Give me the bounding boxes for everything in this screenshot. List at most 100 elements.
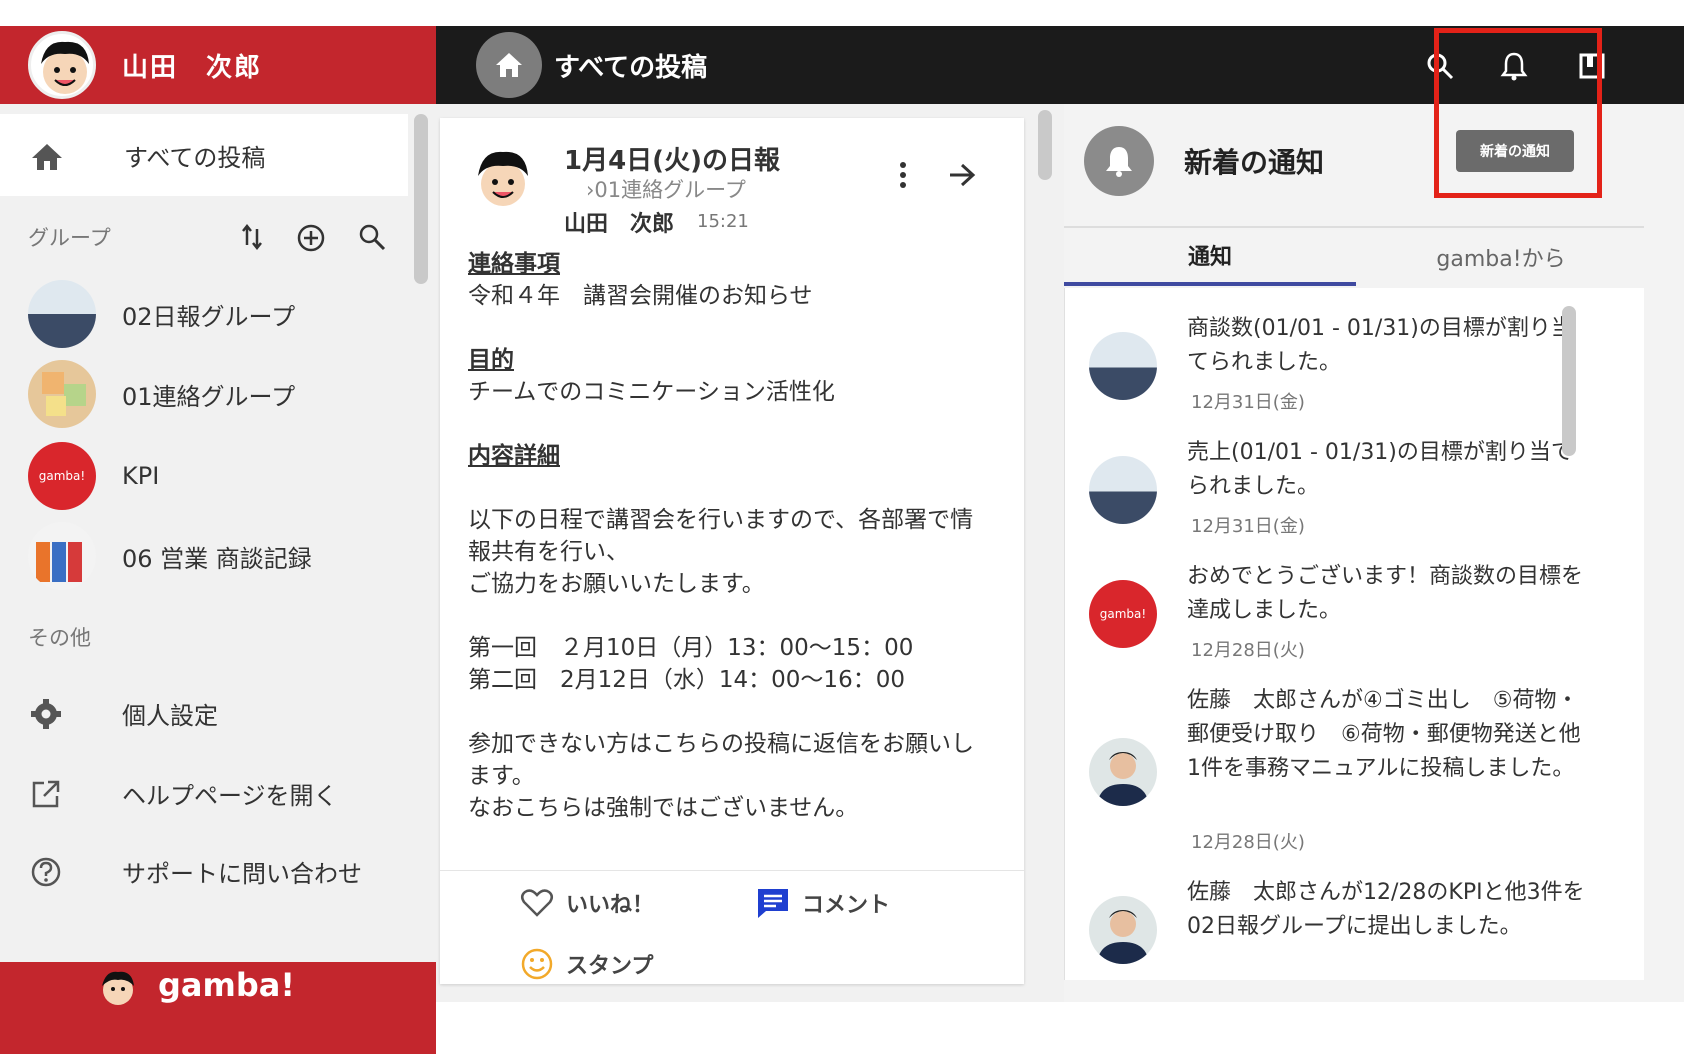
group-section-header: グループ bbox=[28, 226, 111, 250]
post-text-line bbox=[468, 472, 998, 504]
group-label: 01連絡グループ bbox=[122, 382, 296, 411]
group-label: KPI bbox=[122, 462, 160, 490]
sidebar-group-item[interactable]: gamba! KPI bbox=[0, 436, 408, 516]
external-link-icon bbox=[32, 780, 60, 808]
stamp-label: スタンプ bbox=[566, 954, 654, 979]
sidebar-item-label: サポートに問い合わせ bbox=[122, 859, 362, 888]
more-vert-icon[interactable] bbox=[898, 160, 908, 190]
other-section-header: その他 bbox=[28, 626, 91, 650]
notification-item[interactable]: 佐藤 太郎さんが12/28のKPIと他3件を02日報グループに提出しました。 bbox=[1065, 876, 1625, 980]
sidebar-scroll-area[interactable]: すべての投稿 グループ 02日報グループ 01連絡グループ gamba! KPI… bbox=[0, 104, 434, 616]
notification-date: 12月28日(火) bbox=[1191, 640, 1305, 661]
search-icon bbox=[359, 224, 386, 251]
group-photo-avatar bbox=[1089, 332, 1157, 400]
notification-text: 商談数(01/01 - 01/31)の目標が割り当てられました。 bbox=[1187, 316, 1573, 375]
post-author: 山田 次郎 bbox=[564, 212, 675, 237]
post-title: 1月4日(火)の日報 bbox=[564, 146, 780, 176]
notification-text: 佐藤 太郎さんが④ゴミ出し ⑤荷物・郵便受け取り ⑥荷物・郵便物発送と他1件を事… bbox=[1187, 688, 1581, 781]
comment-button[interactable]: コメント bbox=[756, 887, 890, 919]
post-text-line: ご協力をお願いいたします。 bbox=[468, 571, 765, 597]
like-button[interactable]: いいね！ bbox=[520, 887, 654, 919]
brand-logo: gamba! bbox=[158, 966, 295, 1004]
notification-date: 12月28日(火) bbox=[1191, 832, 1305, 853]
author-avatar[interactable] bbox=[468, 144, 538, 214]
post-group-link[interactable]: ›01連絡グループ bbox=[586, 174, 746, 204]
group-photo-avatar bbox=[28, 280, 96, 348]
arrow-right-icon[interactable] bbox=[948, 162, 976, 188]
notification-text: 売上(01/01 - 01/31)の目標が割り当てられました。 bbox=[1187, 440, 1573, 499]
user-bar[interactable]: 山田 次郎 bbox=[0, 26, 436, 104]
post-text-line: 報共有を行い、 bbox=[468, 539, 629, 565]
notification-bell-badge bbox=[1084, 126, 1154, 196]
post-header: 1月4日(火)の日報 ›01連絡グループ 山田 次郎 15:21 bbox=[440, 118, 1024, 246]
notification-date: 12月31日(金) bbox=[1191, 516, 1305, 537]
notification-list[interactable]: 商談数(01/01 - 01/31)の目標が割り当てられました。 12月31日(金… bbox=[1064, 288, 1644, 980]
post-card: 1月4日(火)の日報 ›01連絡グループ 山田 次郎 15:21 連絡事項 令和４… bbox=[440, 118, 1024, 984]
home-icon bbox=[496, 53, 522, 77]
add-circle-icon bbox=[297, 224, 325, 252]
cartoon-face-icon bbox=[41, 41, 89, 94]
person-avatar bbox=[1089, 896, 1157, 964]
person-avatar bbox=[1089, 738, 1157, 806]
post-actions: いいね！ コメント スタンプ bbox=[440, 870, 1024, 984]
notification-item[interactable]: gamba! おめでとうございます！商談数の目標を達成しました。 12月28日(火) bbox=[1065, 560, 1625, 690]
gamba-logo-avatar: gamba! bbox=[28, 442, 96, 510]
user-name: 山田 次郎 bbox=[122, 52, 263, 83]
sidebar-group-item[interactable]: 01連絡グループ bbox=[0, 354, 408, 434]
page-title: すべての投稿 bbox=[554, 52, 708, 83]
group-label: 06 営業 商談記録 bbox=[122, 544, 312, 573]
home-icon bbox=[32, 144, 62, 170]
stamp-button[interactable]: スタンプ bbox=[520, 947, 653, 981]
post-body: 連絡事項 令和４年 講習会開催のお知らせ 目的 チームでのコミニケーション活性化 内容詳… bbox=[468, 248, 998, 824]
notification-text: 佐藤 太郎さんが12/28のKPIと他3件を02日報グループに提出しました。 bbox=[1187, 880, 1585, 939]
gamba-logo-avatar: gamba! bbox=[1089, 580, 1157, 648]
sidebar-group-item[interactable]: 02日報グループ bbox=[0, 274, 408, 354]
sidebar-item-label: ヘルプページを開く bbox=[122, 781, 338, 810]
sidebar-item-help-page[interactable]: ヘルプページを開く bbox=[0, 758, 420, 828]
tab-notifications[interactable]: 通知 bbox=[1064, 228, 1356, 286]
group-label: 02日報グループ bbox=[122, 302, 296, 331]
sidebar-group-item[interactable]: 06 営業 商談記録 bbox=[0, 516, 408, 596]
post-text-line: ます。 bbox=[468, 763, 535, 789]
sidebar-item-label: 個人設定 bbox=[122, 701, 218, 730]
sort-button[interactable] bbox=[240, 223, 264, 255]
group-search-button[interactable] bbox=[358, 223, 386, 255]
user-avatar[interactable] bbox=[28, 31, 96, 99]
sidebar-item-label: すべての投稿 bbox=[124, 143, 266, 172]
notification-card: 新着の通知 通知 gamba!から 商談数(01/01 - 01/31)の目標が… bbox=[1064, 104, 1684, 1002]
post-text-line: なおこちらは強制ではございません。 bbox=[468, 795, 859, 821]
notification-item[interactable]: 商談数(01/01 - 01/31)の目標が割り当てられました。 12月31日(金… bbox=[1065, 312, 1625, 442]
highlight-frame bbox=[1434, 28, 1602, 198]
add-group-button[interactable] bbox=[296, 223, 326, 257]
gear-icon bbox=[31, 699, 61, 729]
sidebar-item-support[interactable]: サポートに問い合わせ bbox=[0, 836, 420, 906]
notification-item[interactable]: 売上(01/01 - 01/31)の目標が割り当てられました。 12月31日(金) bbox=[1065, 436, 1625, 566]
notification-scrollbar[interactable] bbox=[1562, 306, 1576, 456]
sort-icon bbox=[242, 223, 262, 251]
post-section-heading: 目的 bbox=[468, 347, 514, 373]
post-text-line: 第二回 2月12日（水）14：00〜16：00 bbox=[468, 667, 905, 693]
notification-title: 新着の通知 bbox=[1184, 146, 1325, 179]
notification-panel: 新着の通知 通知 gamba!から 商談数(01/01 - 01/31)の目標が… bbox=[1064, 104, 1684, 1002]
group-photo-avatar bbox=[1089, 456, 1157, 524]
post-text-line: 以下の日程で講習会を行いますので、各部署で情 bbox=[468, 507, 974, 533]
home-button[interactable] bbox=[476, 32, 542, 98]
sidebar-scrollbar[interactable] bbox=[414, 114, 428, 284]
notification-header: 新着の通知 bbox=[1084, 126, 1324, 196]
smiley-icon bbox=[521, 948, 553, 980]
sidebar-item-settings[interactable]: 個人設定 bbox=[0, 678, 420, 748]
post-text-line: チームでのコミニケーション活性化 bbox=[468, 379, 835, 405]
tab-from-gamba[interactable]: gamba!から bbox=[1356, 228, 1646, 286]
heart-icon bbox=[521, 889, 553, 917]
post-scrollbar[interactable] bbox=[1038, 110, 1052, 180]
brand-footer: gamba! bbox=[0, 962, 436, 1054]
help-icon bbox=[31, 857, 61, 887]
notification-item[interactable]: 佐藤 太郎さんが④ゴミ出し ⑤荷物・郵便受け取り ⑥荷物・郵便物発送と他1件を事… bbox=[1065, 684, 1625, 853]
sidebar-item-all-posts[interactable]: すべての投稿 bbox=[0, 114, 408, 196]
post-section-heading: 内容詳細 bbox=[468, 443, 560, 469]
sticky-notes-avatar bbox=[28, 360, 96, 428]
post-text-line: 参加できない方はこちらの投稿に返信をお願いし bbox=[468, 731, 974, 757]
post-section-heading: 連絡事項 bbox=[468, 251, 560, 277]
sidebar: すべての投稿 グループ 02日報グループ 01連絡グループ gamba! KPI… bbox=[0, 104, 436, 1054]
post-time: 15:21 bbox=[697, 211, 749, 232]
